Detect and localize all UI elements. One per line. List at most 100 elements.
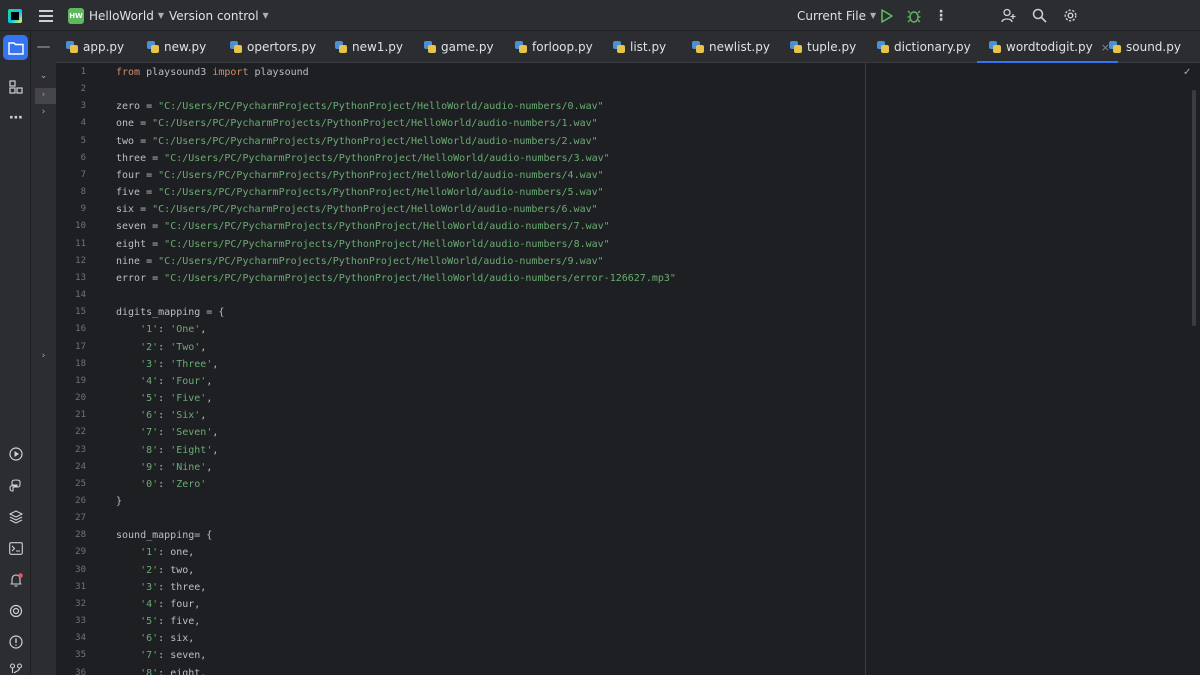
code-editor[interactable]: ✓ 1 from playsound3 import playsound 2 3 zer… (56, 63, 1200, 675)
project-widget[interactable]: HelloWorld ▼ (89, 0, 164, 31)
line-number[interactable]: 32 (56, 599, 86, 609)
code-string: '5' (140, 393, 159, 405)
version-control-tool-icon[interactable] (8, 662, 24, 675)
line-number[interactable]: 10 (56, 221, 86, 231)
line-number[interactable]: 5 (56, 136, 86, 146)
right-margin-guide (865, 63, 866, 675)
run-config-selector[interactable]: Current File ▼ (797, 0, 876, 31)
code-token: : (158, 478, 171, 490)
tab-forloop-py[interactable]: forloop.py (515, 31, 593, 63)
notifications-icon[interactable] (8, 572, 24, 588)
line-number[interactable]: 7 (56, 170, 86, 180)
more-vertical-icon[interactable]: ⋮ (934, 0, 948, 31)
project-folder-icon[interactable] (8, 40, 24, 56)
line-number[interactable]: 17 (56, 342, 86, 352)
line-number[interactable]: 6 (56, 153, 86, 163)
tab-app-py[interactable]: app.py (66, 31, 124, 63)
code-token: digits_mapping = { (116, 307, 225, 319)
line-number[interactable]: 9 (56, 204, 86, 214)
tab-list-py[interactable]: list.py (613, 31, 666, 63)
line-number[interactable]: 19 (56, 376, 86, 386)
code-string: 'Six' (170, 410, 201, 422)
line-number[interactable]: 21 (56, 410, 86, 420)
code-line: '8': eight, (116, 665, 206, 675)
ai-assistant-icon[interactable] (8, 603, 24, 619)
line-number[interactable]: 24 (56, 462, 86, 472)
main-menu-hamburger-icon[interactable] (37, 0, 55, 31)
line-number[interactable]: 29 (56, 547, 86, 557)
line-number[interactable]: 8 (56, 187, 86, 197)
add-user-icon[interactable] (1001, 0, 1017, 31)
tab-tuple-py[interactable]: tuple.py (790, 31, 856, 63)
version-control-widget[interactable]: Version control ▼ (169, 0, 269, 31)
code-token: zero = (116, 101, 159, 113)
line-number[interactable]: 22 (56, 427, 86, 437)
code-string: '4' (140, 598, 159, 610)
line-number[interactable]: 4 (56, 118, 86, 128)
python-console-icon[interactable] (8, 478, 24, 494)
line-number[interactable]: 28 (56, 530, 86, 540)
run-tool-icon[interactable] (8, 446, 24, 462)
tab-opertors-py[interactable]: opertors.py (230, 31, 316, 63)
tab-dictionary-py[interactable]: dictionary.py (877, 31, 971, 63)
code-string: "C:/Users/PC/PycharmProjects/PythonProje… (164, 221, 610, 233)
settings-icon[interactable] (1063, 0, 1079, 31)
line-number[interactable]: 27 (56, 513, 86, 523)
line-number[interactable]: 18 (56, 359, 86, 369)
line-number[interactable]: 26 (56, 496, 86, 506)
tab-new1-py[interactable]: new1.py (335, 31, 403, 63)
line-number[interactable]: 14 (56, 290, 86, 300)
project-badge[interactable]: HW (68, 0, 84, 31)
code-line: sound_mapping= { (116, 527, 212, 544)
line-number[interactable]: 2 (56, 84, 86, 94)
code-token: : three, (158, 581, 207, 593)
search-icon[interactable] (1032, 0, 1048, 31)
python-file-icon (790, 41, 802, 53)
code-string: 'Seven' (170, 427, 213, 439)
line-number[interactable]: 13 (56, 273, 86, 283)
code-token: , (206, 461, 213, 473)
code-string: "C:/Users/PC/PycharmProjects/PythonProje… (152, 118, 598, 130)
line-number[interactable]: 11 (56, 239, 86, 249)
line-number[interactable]: 36 (56, 668, 86, 675)
line-number[interactable]: 12 (56, 256, 86, 266)
line-number[interactable]: 3 (56, 101, 86, 111)
project-name: HelloWorld (89, 8, 154, 23)
tab-newlist-py[interactable]: newlist.py (692, 31, 770, 63)
editor-scrollbar[interactable] (1192, 90, 1196, 326)
problems-icon[interactable] (8, 634, 24, 650)
debug-icon[interactable] (906, 0, 922, 31)
more-tools-icon[interactable]: ⋯ (8, 110, 24, 126)
line-number[interactable]: 23 (56, 445, 86, 455)
line-number[interactable]: 35 (56, 650, 86, 660)
code-string: '2' (140, 564, 159, 576)
tree-expand-chevron-icon[interactable]: › (31, 107, 56, 117)
tree-expand-chevron-icon[interactable]: › (31, 90, 56, 100)
line-number[interactable]: 1 (56, 67, 86, 77)
tab-game-py[interactable]: game.py (424, 31, 494, 63)
line-number[interactable]: 30 (56, 565, 86, 575)
code-token: , (200, 324, 207, 336)
pycharm-logo-icon[interactable] (8, 0, 24, 31)
line-number[interactable]: 25 (56, 479, 86, 489)
tree-expand-chevron-icon[interactable]: › (31, 351, 56, 361)
terminal-icon[interactable] (8, 540, 24, 556)
line-number[interactable]: 31 (56, 582, 86, 592)
tab-new-py[interactable]: new.py (147, 31, 206, 63)
line-number[interactable]: 33 (56, 616, 86, 626)
line-number[interactable]: 15 (56, 307, 86, 317)
line-number[interactable]: 34 (56, 633, 86, 643)
minimize-panel-icon[interactable]: — (31, 39, 56, 55)
python-packages-icon[interactable] (8, 509, 24, 525)
tree-expand-chevron-icon[interactable]: ⌄ (31, 71, 56, 81)
inspection-ok-icon[interactable]: ✓ (1183, 67, 1191, 78)
tab-sound-py[interactable]: sound.py (1109, 31, 1181, 63)
tab-wordtodigit-py[interactable]: wordtodigit.py × (977, 31, 1118, 63)
run-icon[interactable] (880, 0, 894, 31)
chevron-down-icon: ▼ (262, 11, 269, 20)
line-number[interactable]: 20 (56, 393, 86, 403)
line-number[interactable]: 16 (56, 324, 86, 334)
structure-icon[interactable] (8, 79, 24, 95)
